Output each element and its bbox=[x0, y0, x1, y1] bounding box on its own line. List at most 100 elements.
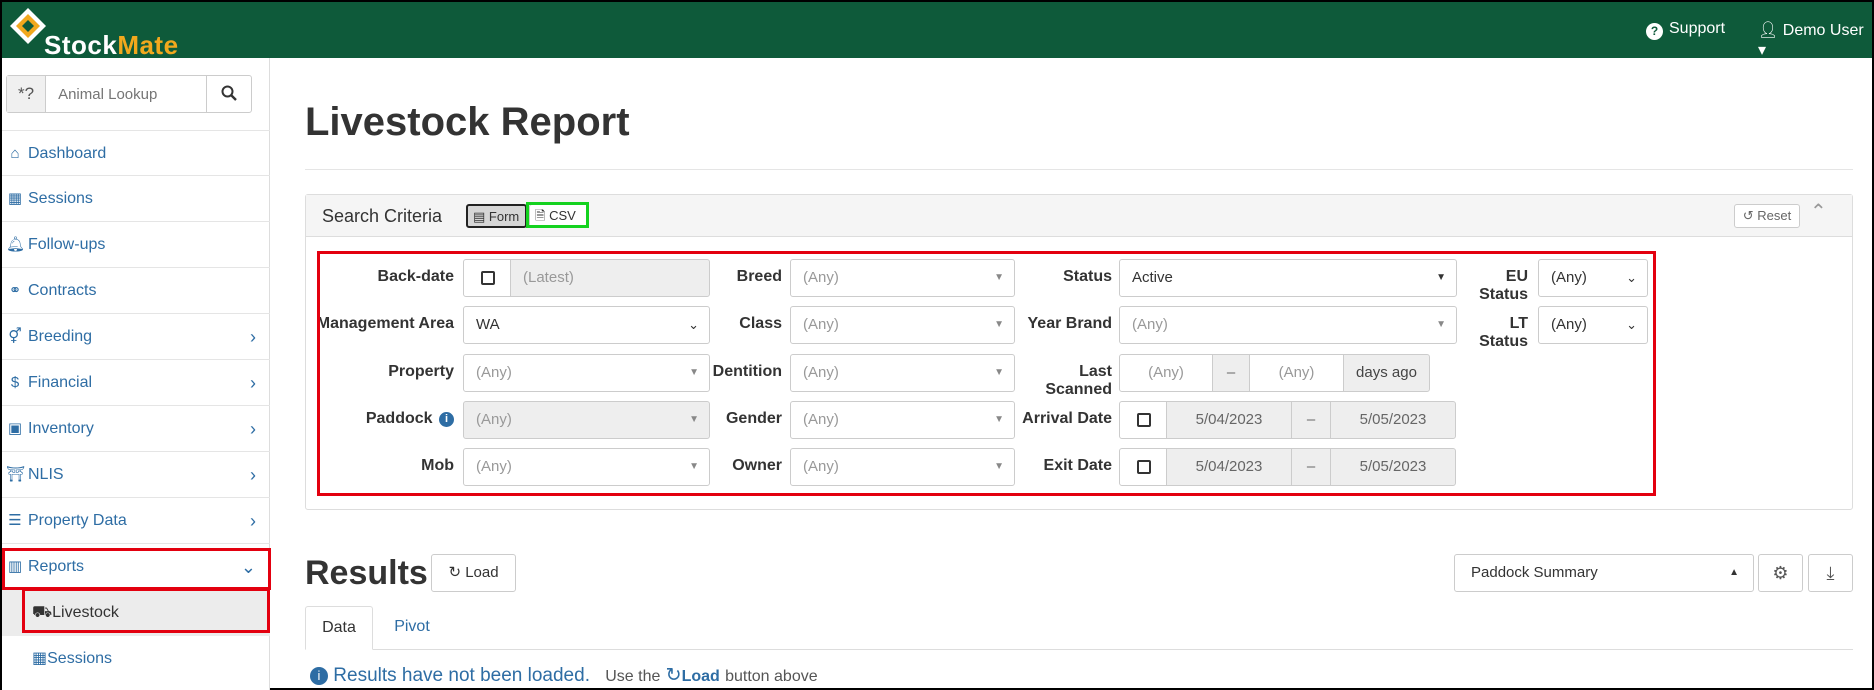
sidebar-item-inventory[interactable]: ▣ Inventory › bbox=[2, 406, 270, 452]
page-title: Livestock Report bbox=[305, 100, 630, 144]
user-name: Demo User bbox=[1782, 22, 1864, 39]
last-scanned-to-input[interactable]: (Any) bbox=[1249, 354, 1344, 392]
arrival-date-label: Arrival Date bbox=[1022, 410, 1112, 427]
checkbox-box bbox=[1137, 460, 1151, 474]
management-area-select[interactable]: WA ⌄ bbox=[463, 306, 710, 344]
class-value: (Any) bbox=[803, 316, 839, 333]
caret-down-icon: ▼ bbox=[689, 414, 699, 425]
tabs-divider bbox=[305, 649, 1853, 650]
chevron-right-icon: › bbox=[250, 465, 256, 485]
chevron-right-icon: › bbox=[250, 511, 256, 531]
exit-from-date[interactable]: 5/04/2023 bbox=[1166, 448, 1292, 486]
panel-title: Search Criteria bbox=[322, 206, 443, 226]
mob-select[interactable]: (Any) ▼ bbox=[463, 448, 710, 486]
download-button[interactable]: ⤓ bbox=[1808, 554, 1853, 592]
summary-select[interactable]: Paddock Summary ▲ bbox=[1454, 554, 1754, 592]
bank-icon: ⛩ bbox=[6, 466, 26, 483]
chevron-right-icon: › bbox=[250, 327, 256, 347]
breed-select[interactable]: (Any) ▼ bbox=[790, 259, 1015, 297]
tab-data[interactable]: Data bbox=[305, 606, 373, 650]
management-area-value: WA bbox=[476, 316, 500, 333]
load-button[interactable]: ↻ Load bbox=[431, 554, 516, 592]
dollar-icon: $ bbox=[10, 374, 20, 391]
arrival-date-checkbox[interactable] bbox=[1119, 401, 1167, 439]
arrival-from-date[interactable]: 5/04/2023 bbox=[1166, 401, 1292, 439]
owner-select[interactable]: (Any) ▼ bbox=[790, 448, 1015, 486]
sidebar-item-reports[interactable]: ▥ Reports ⌄ bbox=[2, 544, 270, 590]
caret-down-icon: ▼ bbox=[689, 367, 699, 378]
lt-status-select[interactable]: (Any) ⌄ bbox=[1538, 306, 1648, 344]
sidebar-item-breeding[interactable]: ⚥ Breeding › bbox=[2, 314, 270, 360]
reset-button[interactable]: ↺ Reset bbox=[1734, 204, 1800, 228]
sidebar-item-follow-ups[interactable]: 🔔︎ Follow-ups bbox=[2, 222, 270, 268]
load-label: Load bbox=[465, 564, 499, 581]
form-mode-button[interactable]: ▤ Form bbox=[466, 204, 527, 228]
sidebar-item-sessions[interactable]: ▦ Sessions bbox=[2, 176, 270, 222]
sidebar-subitem-sessions[interactable]: ▦Sessions bbox=[2, 636, 270, 682]
sidebar-item-label: Property Data bbox=[28, 512, 127, 529]
range-separator: – bbox=[1212, 354, 1250, 392]
lt-status-label: LT Status bbox=[1479, 315, 1528, 350]
settings-button[interactable]: ⚙ bbox=[1758, 554, 1803, 592]
gender-select[interactable]: (Any) ▼ bbox=[790, 401, 1015, 439]
caret-up-icon: ▲ bbox=[1729, 567, 1739, 578]
breed-label: Breed bbox=[736, 268, 782, 285]
animal-lookup: *? bbox=[6, 75, 252, 113]
sidebar-item-property-data[interactable]: ☰ Property Data › bbox=[2, 498, 270, 544]
eu-status-label: EU Status bbox=[1479, 268, 1528, 303]
notice-text: Results have not been loaded. bbox=[333, 665, 590, 686]
paddock-select[interactable]: (Any) ▼ bbox=[463, 401, 710, 439]
notice-use-text: Use the bbox=[605, 668, 661, 685]
search-button[interactable] bbox=[206, 76, 251, 112]
home-icon: ⌂ bbox=[10, 145, 20, 162]
sidebar-item-contracts[interactable]: ⚭ Contracts bbox=[2, 268, 270, 314]
property-select[interactable]: (Any) ▼ bbox=[463, 354, 710, 392]
support-link[interactable]: ? Support bbox=[1646, 20, 1725, 40]
backdate-input[interactable]: (Latest) bbox=[510, 259, 710, 297]
sidebar-item-label: Breeding bbox=[28, 328, 93, 345]
chevron-down-icon: ⌄ bbox=[1626, 317, 1637, 332]
stockmate-logo[interactable]: StockMate bbox=[8, 6, 218, 60]
year-brand-select[interactable]: (Any) ▼ bbox=[1119, 306, 1457, 344]
sidebar-subitem-livestock[interactable]: ⛟Livestock bbox=[2, 590, 270, 636]
caret-down-icon: ▼ bbox=[994, 461, 1004, 472]
exit-date-checkbox[interactable] bbox=[1119, 448, 1167, 486]
collapse-chevron-up-icon[interactable]: ⌃ bbox=[1810, 199, 1827, 224]
notice-tail-text: button above bbox=[725, 668, 818, 685]
sidebar-item-dashboard[interactable]: ⌂ Dashboard bbox=[2, 130, 270, 176]
sidebar-item-label: NLIS bbox=[28, 466, 64, 483]
dentition-select[interactable]: (Any) ▼ bbox=[790, 354, 1015, 392]
sidebar-item-nlis[interactable]: ⛩ NLIS › bbox=[2, 452, 270, 498]
exit-date-label: Exit Date bbox=[1043, 457, 1112, 474]
lookup-mode-button[interactable]: *? bbox=[7, 76, 47, 112]
sidebar-item-financial[interactable]: $ Financial › bbox=[2, 360, 270, 406]
property-value: (Any) bbox=[476, 364, 512, 381]
backdate-checkbox[interactable] bbox=[463, 259, 511, 297]
info-icon: i bbox=[310, 667, 328, 685]
animal-lookup-input[interactable] bbox=[46, 76, 207, 112]
eu-status-select[interactable]: (Any) ⌄ bbox=[1538, 259, 1648, 297]
gender-value: (Any) bbox=[803, 411, 839, 428]
sidebar-item-label: Dashboard bbox=[28, 145, 107, 162]
tab-pivot[interactable]: Pivot bbox=[382, 606, 442, 650]
range-separator: – bbox=[1291, 401, 1331, 439]
property-label: Property bbox=[388, 363, 454, 380]
class-label: Class bbox=[739, 315, 782, 332]
info-icon[interactable]: i bbox=[439, 412, 454, 427]
last-scanned-from-input[interactable]: (Any) bbox=[1119, 354, 1213, 392]
mob-label: Mob bbox=[421, 457, 454, 474]
class-select[interactable]: (Any) ▼ bbox=[790, 306, 1015, 344]
exit-to-date[interactable]: 5/05/2023 bbox=[1330, 448, 1456, 486]
chevron-right-icon: › bbox=[250, 419, 256, 439]
app-name: StockMate bbox=[44, 30, 179, 61]
notice-load-text[interactable]: Load bbox=[682, 668, 720, 685]
caret-down-icon: ▼ bbox=[994, 272, 1004, 283]
status-select[interactable]: Active ▼ bbox=[1119, 259, 1457, 297]
arrival-to-date[interactable]: 5/05/2023 bbox=[1330, 401, 1456, 439]
sidebar-item-label: Reports bbox=[28, 558, 85, 575]
lt-status-value: (Any) bbox=[1551, 316, 1587, 333]
checkbox-box bbox=[1137, 413, 1151, 427]
csv-mode-button[interactable]: 🗎︎ CSV bbox=[529, 204, 589, 228]
user-menu[interactable]: 👤︎ Demo User ▾ bbox=[1758, 20, 1872, 60]
table-icon: ▦ bbox=[7, 190, 23, 207]
